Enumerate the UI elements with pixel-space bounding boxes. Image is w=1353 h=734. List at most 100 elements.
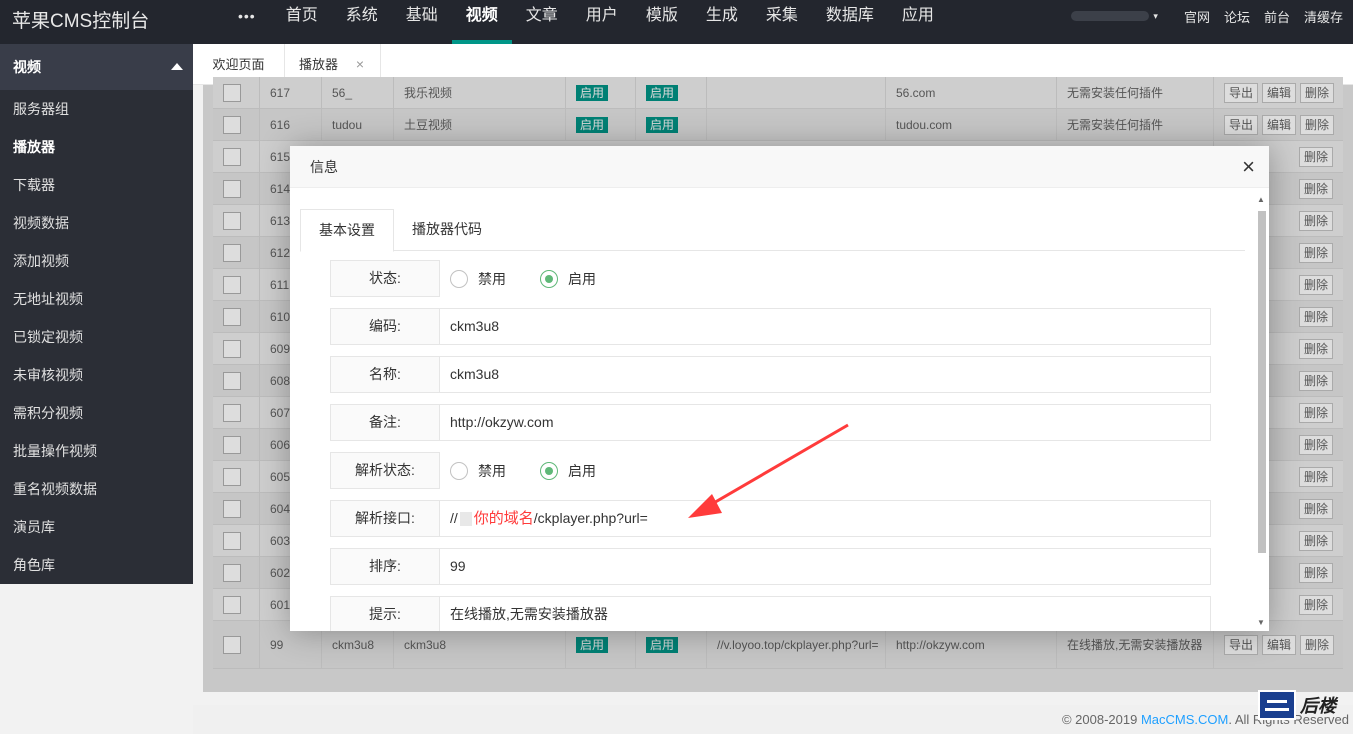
delete-button[interactable]: 删除: [1298, 402, 1333, 423]
export-button[interactable]: 导出: [1224, 82, 1259, 103]
row-checkbox[interactable]: [223, 148, 241, 166]
row-checkbox[interactable]: [223, 116, 241, 134]
sidebar-item-actors[interactable]: 演员库: [0, 508, 193, 546]
export-button[interactable]: 导出: [1224, 634, 1259, 655]
delete-button[interactable]: 删除: [1298, 562, 1333, 583]
sidebar-item-player[interactable]: 播放器: [0, 128, 193, 166]
delete-button[interactable]: 删除: [1298, 306, 1333, 327]
sidebar-item-video-data[interactable]: 视频数据: [0, 204, 193, 242]
top-nav-template[interactable]: 模版: [632, 0, 692, 44]
status-badge[interactable]: 启用: [576, 636, 609, 653]
link-clear-cache[interactable]: 清缓存: [1304, 7, 1343, 26]
top-nav-generate[interactable]: 生成: [692, 0, 752, 44]
sidebar-item-unreviewed-video[interactable]: 未审核视频: [0, 356, 193, 394]
scroll-up-icon[interactable]: ▲: [1257, 195, 1265, 204]
sidebar-item-add-video[interactable]: 添加视频: [0, 242, 193, 280]
row-checkbox[interactable]: [223, 532, 241, 550]
sidebar-item-roles[interactable]: 角色库: [0, 546, 193, 584]
link-forum[interactable]: 论坛: [1224, 7, 1250, 26]
delete-button[interactable]: 删除: [1298, 338, 1333, 359]
top-nav-video[interactable]: 视频: [451, 0, 512, 44]
top-nav-system[interactable]: 系统: [332, 0, 392, 44]
status-badge[interactable]: 启用: [576, 84, 609, 101]
export-button[interactable]: 导出: [1224, 114, 1259, 135]
delete-button[interactable]: 删除: [1298, 370, 1333, 391]
row-checkbox[interactable]: [223, 468, 241, 486]
row-checkbox[interactable]: [223, 276, 241, 294]
sidebar-item-server-group[interactable]: 服务器组: [0, 90, 193, 128]
delete-button[interactable]: 删除: [1298, 274, 1333, 295]
parse-radio-disable[interactable]: 禁用: [450, 461, 506, 481]
edit-button[interactable]: 编辑: [1262, 114, 1297, 135]
top-nav-article[interactable]: 文章: [512, 0, 572, 44]
row-checkbox[interactable]: [223, 500, 241, 518]
app-title: 苹果CMS控制台: [12, 11, 150, 32]
sidebar-item-duplicate-video[interactable]: 重名视频数据: [0, 470, 193, 508]
scroll-down-icon[interactable]: ▼: [1257, 618, 1265, 627]
code-field[interactable]: ckm3u8: [439, 308, 1211, 345]
top-nav-home[interactable]: 首页: [272, 0, 332, 44]
top-nav-more[interactable]: •••: [222, 0, 272, 44]
sidebar-item-locked-video[interactable]: 已锁定视频: [0, 318, 193, 356]
top-nav-database[interactable]: 数据库: [812, 0, 888, 44]
row-checkbox[interactable]: [223, 636, 241, 654]
delete-button[interactable]: 删除: [1298, 178, 1333, 199]
status-badge[interactable]: 启用: [576, 116, 609, 133]
delete-button[interactable]: 删除: [1300, 634, 1335, 655]
delete-button[interactable]: 删除: [1298, 594, 1333, 615]
tab-basic-settings[interactable]: 基本设置: [300, 209, 394, 252]
status-radio-disable[interactable]: 禁用: [450, 269, 506, 289]
footer-brand-link[interactable]: MacCMS.COM: [1141, 712, 1228, 727]
tip-field[interactable]: 在线播放,无需安装播放器: [439, 596, 1211, 631]
row-checkbox[interactable]: [223, 308, 241, 326]
delete-button[interactable]: 删除: [1300, 114, 1335, 135]
link-frontend[interactable]: 前台: [1264, 7, 1290, 26]
parse-radio-enable[interactable]: 启用: [540, 461, 596, 481]
top-nav-apps[interactable]: 应用: [888, 0, 948, 44]
row-checkbox[interactable]: [223, 180, 241, 198]
row-checkbox[interactable]: [223, 372, 241, 390]
row-checkbox[interactable]: [223, 244, 241, 262]
delete-button[interactable]: 删除: [1298, 530, 1333, 551]
delete-button[interactable]: 删除: [1298, 210, 1333, 231]
sort-field[interactable]: 99: [439, 548, 1211, 585]
edit-button[interactable]: 编辑: [1262, 82, 1297, 103]
row-checkbox[interactable]: [223, 596, 241, 614]
edit-button[interactable]: 编辑: [1262, 634, 1297, 655]
top-nav-user[interactable]: 用户: [572, 0, 632, 44]
row-checkbox[interactable]: [223, 436, 241, 454]
sidebar-item-no-url-video[interactable]: 无地址视频: [0, 280, 193, 318]
row-checkbox[interactable]: [223, 404, 241, 422]
caret-down-icon[interactable]: ▾: [1153, 11, 1158, 22]
sidebar-item-points-video[interactable]: 需积分视频: [0, 394, 193, 432]
top-nav-collect[interactable]: 采集: [752, 0, 812, 44]
cell-parse: 启用: [635, 77, 706, 108]
sidebar-item-batch-video[interactable]: 批量操作视频: [0, 432, 193, 470]
sidebar-item-downloader[interactable]: 下载器: [0, 166, 193, 204]
note-field[interactable]: http://okzyw.com: [439, 404, 1211, 441]
user-name-blurred[interactable]: [1071, 11, 1150, 21]
row-checkbox[interactable]: [223, 84, 241, 102]
link-official[interactable]: 官网: [1184, 7, 1210, 26]
modal-scrollbar[interactable]: ▲ ▼: [1256, 195, 1267, 627]
tab-player-code[interactable]: 播放器代码: [394, 209, 500, 251]
status-radio-enable[interactable]: 启用: [540, 269, 596, 289]
row-checkbox[interactable]: [223, 340, 241, 358]
scrollbar-thumb[interactable]: [1258, 211, 1266, 553]
parse-api-field[interactable]: // 你的域名/ckplayer.php?url=: [439, 500, 1211, 537]
delete-button[interactable]: 删除: [1300, 82, 1335, 103]
name-field[interactable]: ckm3u8: [439, 356, 1211, 393]
parse-badge[interactable]: 启用: [646, 84, 679, 101]
delete-button[interactable]: 删除: [1298, 498, 1333, 519]
delete-button[interactable]: 删除: [1298, 434, 1333, 455]
top-nav-basic[interactable]: 基础: [392, 0, 452, 44]
parse-badge[interactable]: 启用: [646, 636, 679, 653]
row-checkbox[interactable]: [223, 212, 241, 230]
close-icon[interactable]: ×: [1242, 146, 1255, 188]
delete-button[interactable]: 删除: [1298, 242, 1333, 263]
delete-button[interactable]: 删除: [1298, 146, 1333, 167]
delete-button[interactable]: 删除: [1298, 466, 1333, 487]
sidebar-header-video[interactable]: 视频: [0, 44, 193, 90]
parse-badge[interactable]: 启用: [646, 116, 679, 133]
row-checkbox[interactable]: [223, 564, 241, 582]
